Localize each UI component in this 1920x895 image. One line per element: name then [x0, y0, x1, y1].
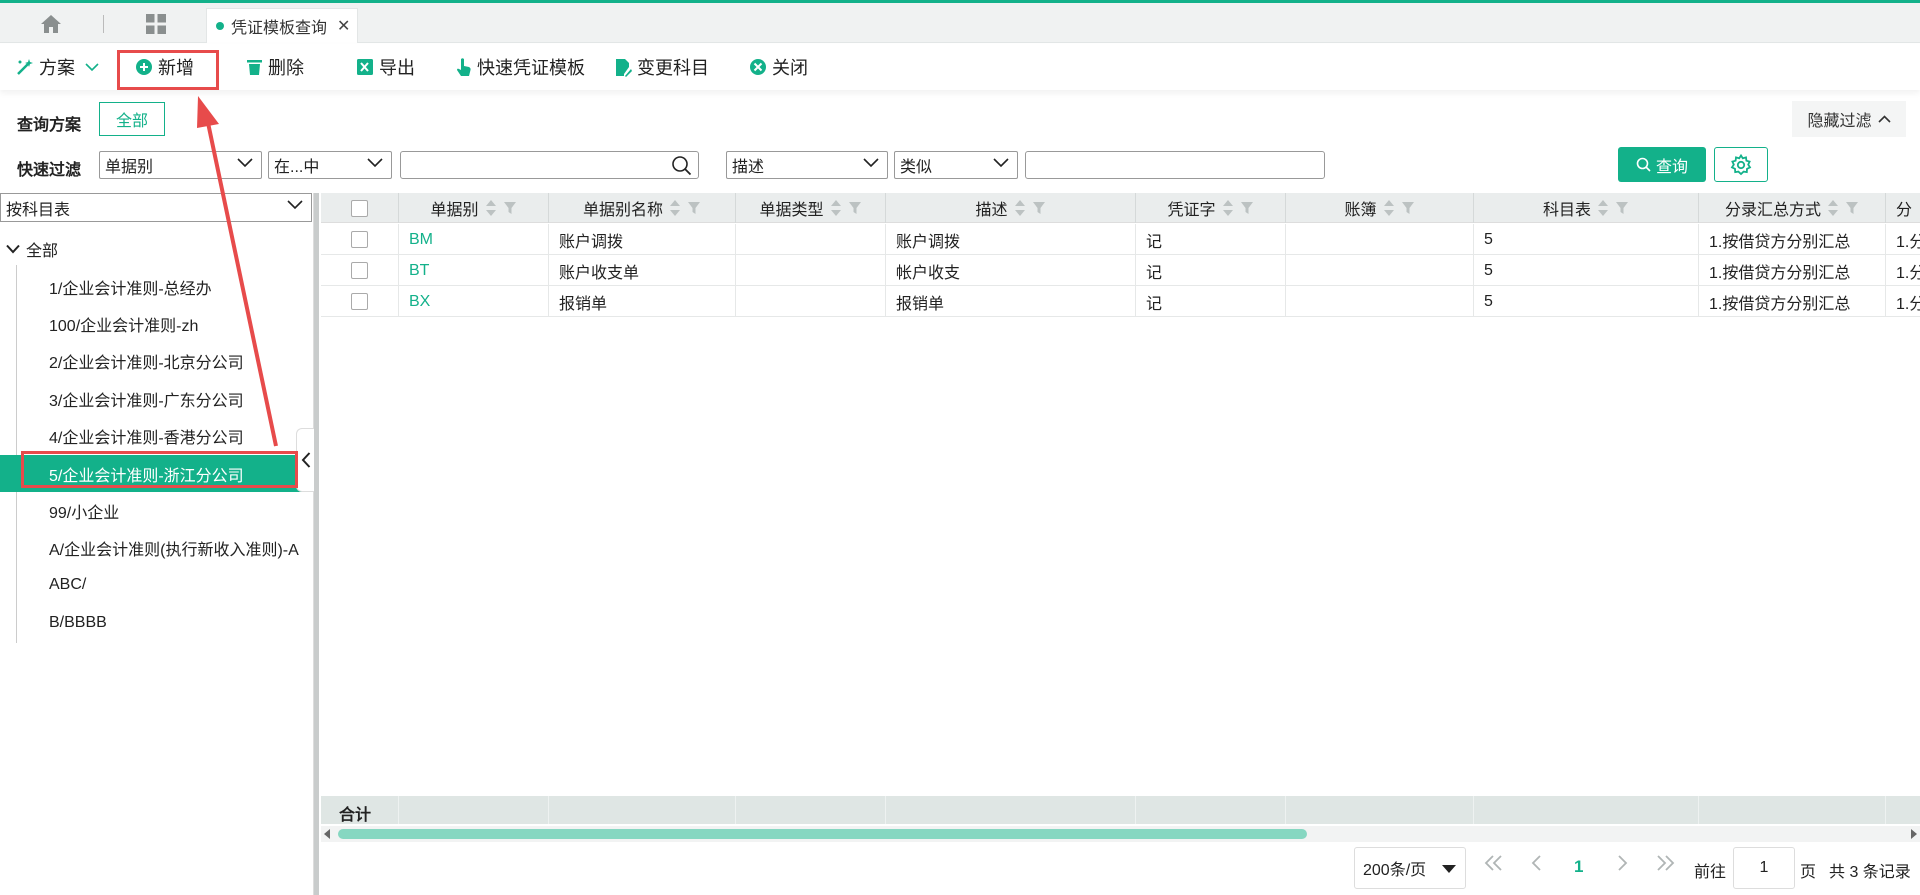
annotation-arrow [197, 96, 278, 447]
